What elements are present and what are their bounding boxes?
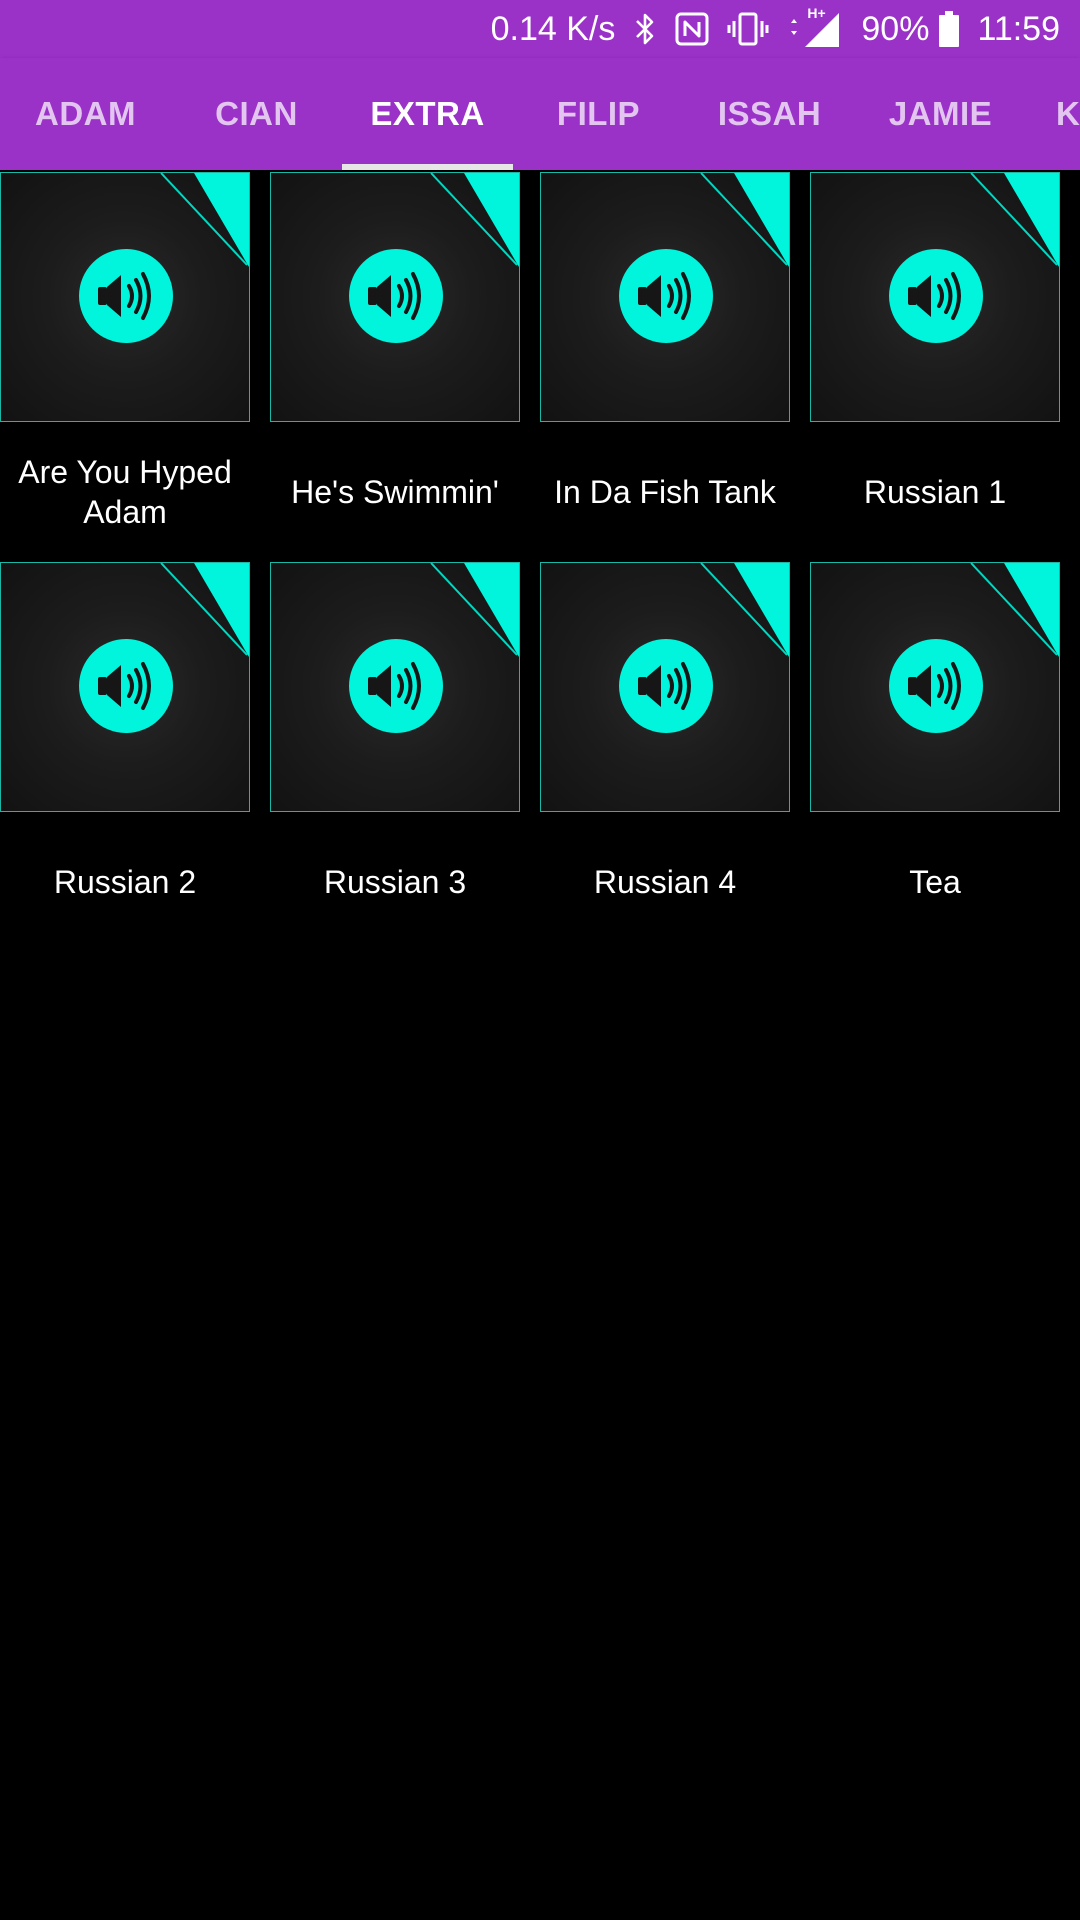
sound-tile[interactable] — [540, 172, 790, 422]
sound-tile[interactable] — [540, 562, 790, 812]
bluetooth-icon — [633, 12, 657, 46]
tab-cian[interactable]: CIAN — [171, 58, 342, 170]
signal-icon: H+ — [787, 5, 843, 49]
tab-adam[interactable]: ADAM — [0, 58, 171, 170]
sound-tile[interactable] — [810, 172, 1060, 422]
sound-tile[interactable] — [0, 172, 250, 422]
sound-tile[interactable] — [810, 562, 1060, 812]
speaker-icon — [79, 249, 173, 343]
speaker-icon — [619, 639, 713, 733]
nfc-icon — [675, 12, 709, 46]
speaker-icon — [889, 639, 983, 733]
sound-label: Are You Hyped Adam — [18, 454, 232, 530]
tab-jamie[interactable]: JAMIE — [855, 58, 1026, 170]
network-type-label: H+ — [807, 5, 826, 21]
speaker-icon — [619, 249, 713, 343]
tab-ka[interactable]: KA — [1026, 58, 1080, 170]
sound-label: Russian 2 — [53, 864, 197, 900]
sound-tile[interactable] — [270, 562, 520, 812]
sound-label: Russian 3 — [323, 864, 467, 900]
speaker-icon — [889, 249, 983, 343]
status-bar: 0.14 K/s H+ 90% 11:59 — [0, 0, 1080, 58]
battery-icon — [939, 11, 960, 47]
sound-label: He's Swimmin' — [291, 474, 499, 510]
battery-percent: 90% — [861, 9, 930, 48]
speaker-icon — [79, 639, 173, 733]
sound-tile[interactable] — [270, 172, 520, 422]
sound-label: In Da Fish Tank — [554, 474, 776, 510]
tab-issah[interactable]: ISSAH — [684, 58, 855, 170]
sound-label: Tea — [909, 864, 961, 900]
tab-bar: ADAM CIAN EXTRA FILIP ISSAH JAMIE KA — [0, 58, 1080, 170]
speaker-icon — [349, 249, 443, 343]
clock: 11:59 — [977, 9, 1060, 48]
tab-indicator — [342, 164, 513, 170]
tab-extra[interactable]: EXTRA — [342, 58, 513, 170]
net-speed: 0.14 K/s — [490, 9, 616, 48]
app-root: 0.14 K/s H+ 90% 11:59 ADAM CIAN EXTRA FI… — [0, 0, 1080, 1920]
tab-filip[interactable]: FILIP — [513, 58, 684, 170]
sound-label: Russian 4 — [593, 864, 737, 900]
speaker-icon — [349, 639, 443, 733]
sound-label: Russian 1 — [863, 474, 1007, 510]
sound-tile[interactable] — [0, 562, 250, 812]
vibrate-icon — [727, 12, 769, 46]
